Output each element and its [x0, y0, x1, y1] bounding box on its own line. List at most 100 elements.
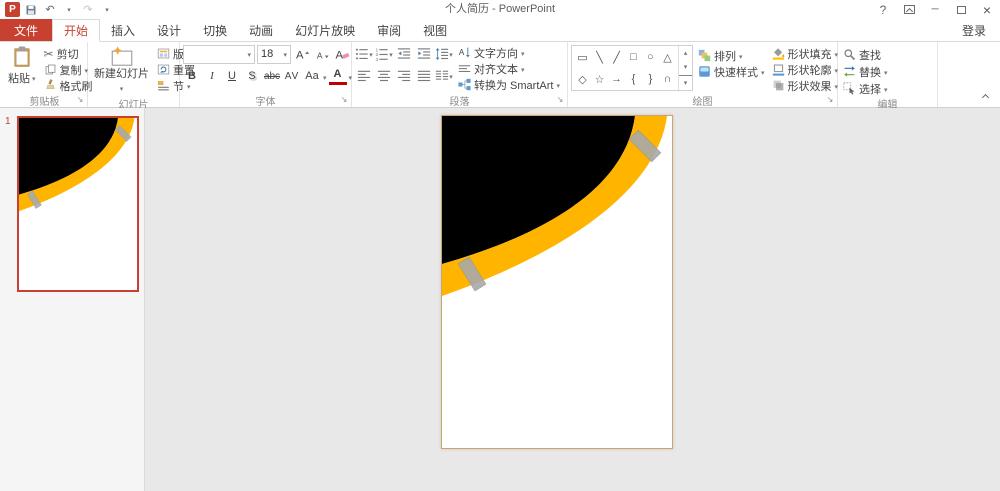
collapse-ribbon-button[interactable] [978, 92, 992, 102]
customize-qat-button[interactable] [99, 1, 115, 18]
dropdown-caret-icon [32, 72, 36, 84]
tab-home[interactable]: 开始 [52, 19, 101, 42]
shape-option[interactable]: } [649, 73, 653, 85]
powerpoint-app-icon[interactable]: P [5, 2, 20, 17]
font-dialog-launcher[interactable] [339, 95, 349, 105]
align-left-button[interactable] [355, 67, 373, 85]
help-button[interactable] [870, 0, 896, 19]
clipboard-dialog-launcher[interactable] [75, 95, 85, 105]
columns-icon [435, 69, 449, 83]
shapes-gallery: ▭ ╲ ╱ □ ○ △ ◇ ☆ → {} ∩ [571, 45, 693, 91]
convert-to-smartart-button[interactable]: 转换为 SmartArt [456, 77, 562, 92]
tab-file[interactable]: 文件 [0, 19, 53, 41]
paste-button[interactable]: 粘贴 [5, 44, 39, 88]
cut-button[interactable]: 剪切 [42, 46, 95, 61]
copy-button[interactable]: 复制 [42, 62, 95, 77]
find-button[interactable]: 查找 [841, 47, 890, 62]
window-controls [870, 0, 1000, 19]
shapes-more-button[interactable] [679, 74, 692, 90]
shape-option[interactable]: ∩ [664, 73, 672, 85]
character-spacing-button[interactable]: AV [283, 67, 301, 85]
dropdown-caret-icon [521, 47, 525, 59]
dropdown-caret-icon [521, 63, 525, 75]
bullets-button[interactable] [355, 45, 373, 63]
decrease-font-size-button[interactable] [313, 45, 331, 63]
tab-animations[interactable]: 动画 [238, 19, 284, 41]
shape-option[interactable]: ╲ [596, 51, 603, 64]
tab-design[interactable]: 设计 [146, 19, 192, 41]
arrange-button[interactable]: 排列 [696, 48, 767, 63]
quick-styles-button[interactable]: 快速样式 [696, 64, 767, 79]
shapes-scroll-up-button[interactable] [679, 46, 692, 60]
shape-option[interactable]: ☆ [595, 73, 605, 86]
text-direction-button[interactable]: 文字方向 [456, 45, 562, 60]
shape-option[interactable]: { [632, 73, 636, 85]
slide-thumbnail-art [19, 118, 137, 290]
underline-button[interactable]: U [223, 67, 241, 85]
tab-transitions[interactable]: 切换 [192, 19, 238, 41]
increase-font-size-button[interactable] [293, 45, 311, 63]
font-name-combo[interactable] [183, 44, 255, 64]
chevron-up-icon [981, 93, 989, 101]
cut-icon [44, 47, 54, 61]
new-slide-button[interactable]: 新建幻灯片 [91, 44, 152, 96]
tab-slideshow[interactable]: 幻灯片放映 [284, 19, 366, 41]
reset-icon [157, 63, 170, 76]
find-icon [843, 48, 856, 61]
minimize-button[interactable] [922, 0, 948, 19]
columns-button[interactable] [435, 67, 453, 85]
drawing-dialog-launcher[interactable] [825, 95, 835, 105]
font-size-combo[interactable]: 18 [257, 44, 291, 64]
tab-insert[interactable]: 插入 [100, 19, 146, 41]
slide-thumbnail-1[interactable] [17, 116, 139, 292]
undo-dropdown[interactable] [61, 1, 77, 18]
slide-canvas[interactable] [441, 115, 673, 449]
numbering-button[interactable] [375, 45, 393, 63]
layout-icon [157, 47, 170, 60]
change-case-button[interactable]: Aa [303, 67, 321, 85]
paragraph-group-label: 段落 [449, 96, 470, 108]
redo-button[interactable] [80, 1, 96, 18]
shape-option[interactable]: □ [630, 51, 637, 63]
select-button[interactable]: 选择 [841, 81, 890, 96]
shape-option[interactable]: → [611, 73, 622, 85]
align-text-icon [458, 62, 471, 75]
align-right-icon [397, 69, 411, 83]
shape-option[interactable]: ╱ [613, 51, 620, 64]
shape-effects-button[interactable]: 形状效果 [770, 78, 841, 93]
increase-indent-button[interactable] [415, 45, 433, 63]
decrease-indent-button[interactable] [395, 45, 413, 63]
shape-option[interactable]: △ [663, 51, 671, 64]
font-color-button[interactable]: A [328, 67, 347, 85]
align-text-button[interactable]: 对齐文本 [456, 61, 562, 76]
shape-option[interactable]: ▭ [577, 51, 587, 64]
clear-formatting-button[interactable] [333, 45, 351, 63]
ribbon-display-options-button[interactable] [896, 0, 922, 19]
find-label: 查找 [859, 49, 881, 62]
align-right-button[interactable] [395, 67, 413, 85]
sign-in-button[interactable]: 登录 [948, 19, 1000, 41]
paragraph-dialog-launcher[interactable] [555, 95, 565, 105]
shape-fill-button[interactable]: 形状填充 [770, 46, 841, 61]
bold-button[interactable]: B [183, 67, 201, 85]
shape-outline-button[interactable]: 形状轮廓 [770, 62, 841, 77]
tab-review[interactable]: 审阅 [366, 19, 412, 41]
shapes-scroll-down-button[interactable] [679, 60, 692, 74]
close-button[interactable] [974, 0, 1000, 19]
format-painter-button[interactable]: 格式刷 [42, 78, 95, 93]
align-center-icon [377, 69, 391, 83]
text-shadow-button[interactable]: S [243, 67, 261, 85]
select-icon [843, 82, 856, 95]
shape-option[interactable]: ○ [647, 51, 654, 63]
justify-button[interactable] [415, 67, 433, 85]
maximize-button[interactable] [948, 0, 974, 19]
line-spacing-button[interactable] [435, 45, 453, 63]
strikethrough-button[interactable]: abc [263, 67, 281, 85]
italic-button[interactable]: I [203, 67, 221, 85]
replace-button[interactable]: 替换 [841, 64, 890, 79]
undo-button[interactable] [42, 1, 58, 18]
save-button[interactable] [23, 1, 39, 18]
shape-option[interactable]: ◇ [578, 73, 586, 86]
tab-view[interactable]: 视图 [412, 19, 458, 41]
align-center-button[interactable] [375, 67, 393, 85]
